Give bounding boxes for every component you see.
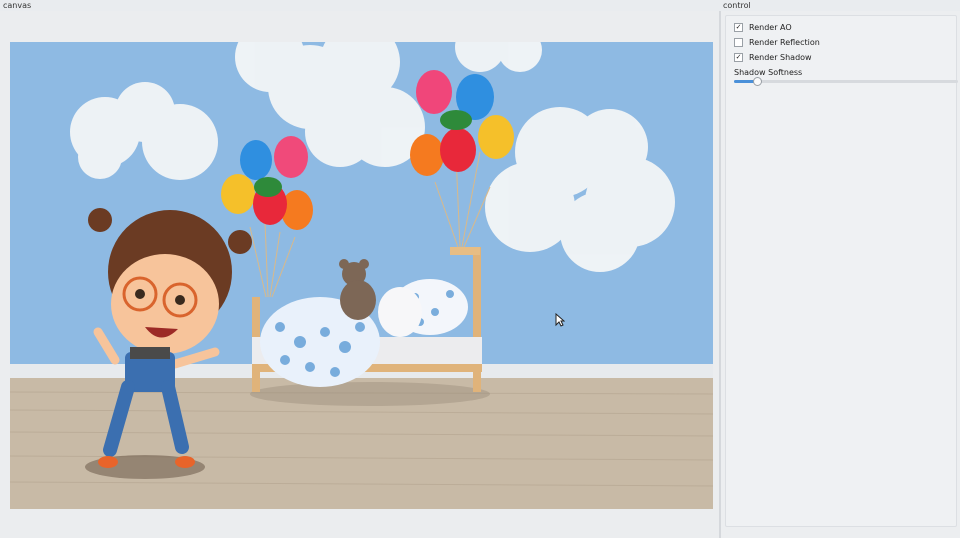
render-reflection-checkbox[interactable]: Render Reflection — [734, 36, 820, 48]
shadow-softness-label: Shadow Softness — [734, 68, 803, 77]
render-shadow-checkbox[interactable]: ✓ Render Shadow — [734, 51, 812, 63]
render-ao-label: Render AO — [749, 22, 792, 32]
canvas-panel-title: canvas — [3, 1, 32, 10]
shadow-softness-slider[interactable] — [734, 77, 958, 86]
render-shadow-label: Render Shadow — [749, 52, 812, 62]
render-reflection-label: Render Reflection — [749, 37, 820, 47]
render-ao-checkbox[interactable]: ✓ Render AO — [734, 21, 792, 33]
control-panel-title: control — [723, 1, 751, 10]
mouse-pointer-icon — [555, 313, 565, 327]
slider-handle[interactable] — [753, 77, 763, 86]
checkbox-checked-icon[interactable]: ✓ — [734, 52, 743, 62]
rendered-scene — [10, 42, 713, 509]
checkbox-unchecked-icon[interactable] — [734, 37, 743, 47]
control-group: ✓ Render AO Render Reflection ✓ Render S… — [725, 15, 958, 527]
render-canvas[interactable] — [10, 42, 713, 509]
checkbox-checked-icon[interactable]: ✓ — [734, 22, 743, 32]
control-pane: ✓ Render AO Render Reflection ✓ Render S… — [720, 11, 960, 538]
